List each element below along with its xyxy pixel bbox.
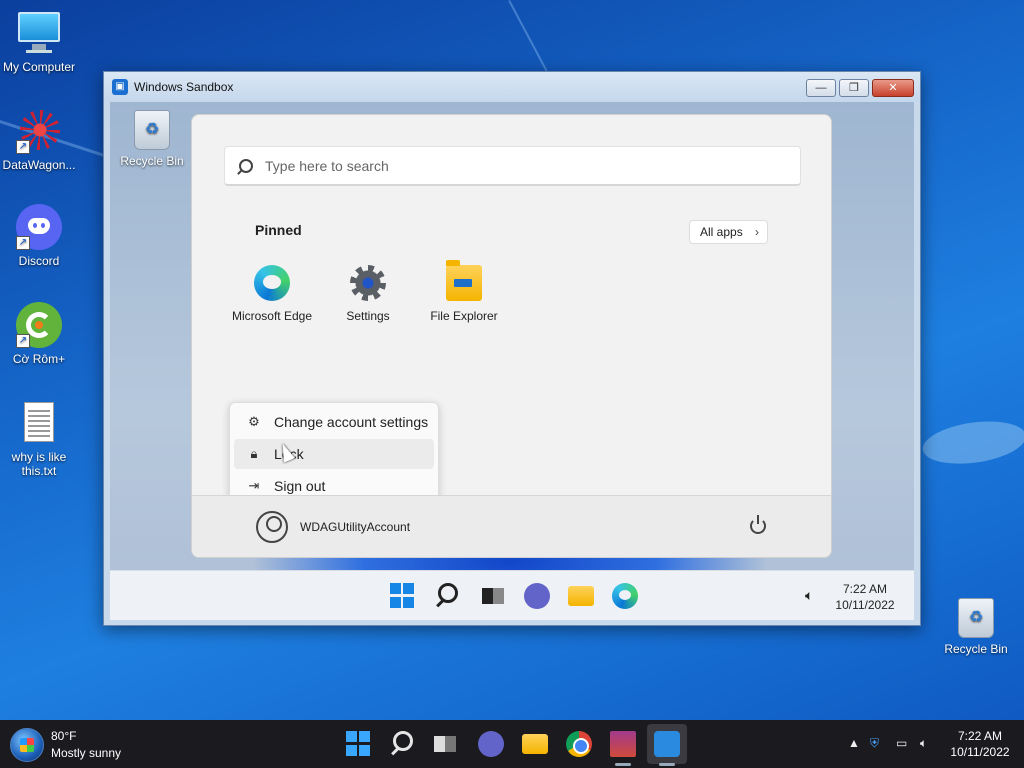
- discord-icon: ↗: [16, 204, 62, 250]
- all-apps-button[interactable]: All apps ›: [689, 220, 768, 244]
- shortcut-arrow-icon: ↗: [16, 140, 30, 154]
- co-rom-icon: ↗: [16, 302, 62, 348]
- maximize-button[interactable]: ❐: [839, 79, 869, 97]
- recycle-bin-icon: ♻: [958, 598, 994, 638]
- power-icon[interactable]: [750, 515, 766, 534]
- text-file-icon: [16, 400, 62, 446]
- sandbox-clock[interactable]: 7:22 AM 10/11/2022: [830, 581, 900, 613]
- account-menu-change-settings[interactable]: ⚙ Change account settings: [234, 407, 434, 437]
- shortcut-arrow-icon: ↗: [16, 334, 30, 348]
- chat-icon[interactable]: [524, 583, 550, 609]
- desktop-icon-datawagon[interactable]: ↗ DataWagon...: [0, 108, 78, 172]
- chrome-icon[interactable]: [566, 731, 592, 757]
- sandbox-app-icon: ▣: [112, 79, 128, 95]
- edge-icon: [254, 265, 290, 301]
- recycle-bin-label: Recycle Bin: [944, 642, 1008, 656]
- start-orb-icon[interactable]: [10, 728, 44, 762]
- desktop-icon-text-file[interactable]: why is like this.txt: [0, 400, 78, 478]
- desktop-icon-label: Discord: [18, 254, 60, 268]
- start-search-box[interactable]: [224, 146, 801, 186]
- desktop-icon-label: DataWagon...: [2, 158, 76, 172]
- desktop-icon-label: My Computer: [2, 60, 76, 74]
- running-indicator: [615, 763, 631, 766]
- start-search-input[interactable]: [265, 157, 765, 174]
- chat-icon[interactable]: [478, 731, 504, 757]
- start-menu: Pinned All apps › Microsoft Edge Setting…: [191, 114, 832, 558]
- window-controls: — ❐ ✕: [806, 79, 914, 97]
- start-button[interactable]: [390, 583, 416, 609]
- account-menu: ⚙ Change account settings 🔒︎ Lock ⇥ Sign…: [229, 402, 439, 503]
- gear-icon: [350, 265, 386, 301]
- pinned-app-label: Settings: [346, 309, 390, 323]
- datawagon-icon: ↗: [16, 108, 62, 154]
- all-apps-label: All apps: [700, 225, 743, 239]
- file-explorer-icon[interactable]: [568, 586, 594, 606]
- wallpaper-streak: [920, 415, 1024, 470]
- sandbox-time: 7:22 AM: [842, 582, 888, 596]
- file-explorer-icon[interactable]: [522, 734, 548, 754]
- pinned-app-settings[interactable]: Settings: [320, 265, 416, 323]
- folder-icon: [446, 260, 482, 301]
- weather-description[interactable]: Mostly sunny: [51, 746, 121, 760]
- volume-icon[interactable]: 🔈︎: [920, 736, 927, 751]
- desktop-icon-co-rom[interactable]: ↗ Cờ Rôm+: [0, 302, 78, 366]
- monitor-icon: [16, 10, 62, 56]
- tray-overflow-icon[interactable]: ▲: [848, 736, 860, 750]
- recycle-bin-icon: ♻: [134, 110, 170, 150]
- host-date: 10/11/2022: [950, 745, 1010, 759]
- desktop-icon-label: Cờ Rôm+: [12, 352, 66, 366]
- account-menu-lock[interactable]: 🔒︎ Lock: [234, 439, 434, 469]
- desktop-icon-my-computer[interactable]: My Computer: [0, 10, 78, 74]
- lock-icon: 🔒︎: [250, 446, 258, 461]
- wallpaper-streak: [508, 0, 548, 72]
- desktop-icon-discord[interactable]: ↗ Discord: [0, 204, 78, 268]
- recycle-bin-label: Recycle Bin: [120, 154, 184, 168]
- security-shield-icon[interactable]: ⛨: [870, 736, 879, 751]
- sandbox-recycle-bin[interactable]: ♻ Recycle Bin: [118, 110, 186, 168]
- pinned-app-label: File Explorer: [430, 309, 498, 323]
- sandbox-desktop: ♻ Recycle Bin Pinned All apps › Microsof…: [110, 102, 914, 620]
- user-name[interactable]: WDAGUtilityAccount: [300, 520, 410, 534]
- start-menu-footer: WDAGUtilityAccount: [192, 495, 831, 557]
- desktop-recycle-bin[interactable]: ♻ Recycle Bin: [940, 598, 1012, 656]
- user-avatar-icon[interactable]: [256, 511, 288, 543]
- account-menu-label: Sign out: [274, 478, 326, 494]
- winrar-icon[interactable]: [610, 731, 636, 757]
- edge-icon[interactable]: [612, 583, 638, 609]
- sandbox-taskbar: 🔈︎ 7:22 AM 10/11/2022: [110, 570, 914, 620]
- weather-temperature[interactable]: 80°F: [51, 729, 76, 743]
- network-icon[interactable]: ▭: [896, 736, 907, 750]
- sandbox-window[interactable]: ▣ Windows Sandbox — ❐ ✕ ♻ Recycle Bin Pi…: [103, 71, 921, 626]
- sandbox-titlebar[interactable]: ▣ Windows Sandbox — ❐ ✕: [104, 72, 920, 102]
- sandbox-date: 10/11/2022: [835, 598, 895, 612]
- task-view-icon[interactable]: [482, 588, 504, 604]
- pinned-app-file-explorer[interactable]: File Explorer: [416, 260, 512, 323]
- host-taskbar: 80°F Mostly sunny ▲ ⛨ ▭ 🔈︎ 7:22 AM 10/11…: [0, 720, 1024, 768]
- task-view-icon[interactable]: [434, 736, 456, 752]
- pinned-app-edge[interactable]: Microsoft Edge: [224, 265, 320, 323]
- host-clock[interactable]: 7:22 AM 10/11/2022: [944, 728, 1016, 760]
- window-title: Windows Sandbox: [134, 80, 234, 94]
- pinned-heading: Pinned: [255, 222, 302, 238]
- search-icon[interactable]: [438, 583, 458, 603]
- account-settings-icon: ⚙: [248, 414, 260, 429]
- sign-out-icon: ⇥: [248, 478, 260, 493]
- shortcut-arrow-icon: ↗: [16, 236, 30, 250]
- running-indicator: [659, 763, 675, 766]
- account-menu-label: Change account settings: [274, 414, 429, 430]
- desktop-icon-label: why is like this.txt: [11, 450, 67, 478]
- minimize-button[interactable]: —: [806, 79, 836, 97]
- chevron-right-icon: ›: [755, 225, 759, 239]
- search-icon[interactable]: [393, 731, 413, 751]
- search-icon: [239, 158, 253, 173]
- windows-sandbox-icon[interactable]: [654, 731, 680, 757]
- start-button[interactable]: [346, 731, 372, 757]
- host-time: 7:22 AM: [957, 729, 1003, 743]
- close-button[interactable]: ✕: [872, 79, 914, 97]
- volume-icon[interactable]: 🔈︎: [805, 587, 813, 604]
- pinned-app-label: Microsoft Edge: [231, 309, 313, 323]
